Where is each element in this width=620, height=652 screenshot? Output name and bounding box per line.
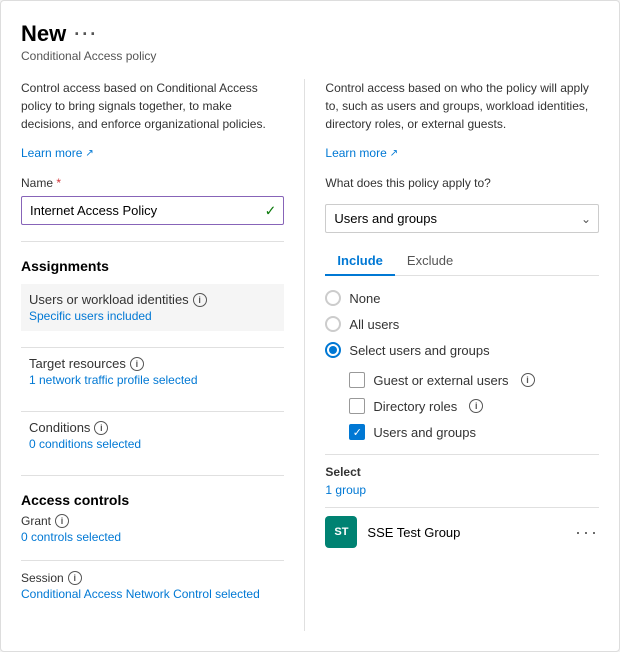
conditions-row[interactable]: Conditions i 0 conditions selected [21, 412, 284, 459]
checkbox-group: Guest or external users i Directory role… [349, 372, 599, 440]
directory-info-icon: i [469, 399, 483, 413]
name-label: Name [21, 176, 53, 190]
main-content: Control access based on Conditional Acce… [21, 79, 599, 631]
session-section: Session i Conditional Access Network Con… [21, 571, 284, 601]
checkbox-directory[interactable]: Directory roles i [349, 398, 599, 414]
page-title: New [21, 21, 66, 47]
users-row[interactable]: Users or workload identities i Specific … [21, 284, 284, 331]
users-row-value[interactable]: Specific users included [29, 309, 276, 323]
conditions-value[interactable]: 0 conditions selected [29, 437, 276, 451]
radio-none[interactable]: None [325, 290, 599, 306]
right-description: Control access based on who the policy w… [325, 79, 599, 133]
select-section: Select 1 group ST SSE Test Group ··· [325, 454, 599, 556]
radio-select-users[interactable]: Select users and groups [325, 342, 599, 358]
users-info-icon: i [193, 293, 207, 307]
right-external-link-icon: ↗ [390, 148, 398, 159]
guest-info-icon: i [521, 373, 535, 387]
name-input-wrapper: ✓ [21, 196, 284, 225]
checkbox-guest[interactable]: Guest or external users i [349, 372, 599, 388]
policy-dropdown-wrapper: Users and groupsWorkload identities ⌄ [325, 204, 599, 233]
left-learn-more[interactable]: Learn more ↗ [21, 146, 94, 160]
target-resources-value[interactable]: 1 network traffic profile selected [29, 373, 276, 387]
radio-all-users[interactable]: All users [325, 316, 599, 332]
session-label: Session [21, 571, 64, 585]
group-avatar: ST [325, 516, 357, 548]
conditions-label: Conditions [29, 420, 90, 435]
tab-include[interactable]: Include [325, 247, 395, 276]
right-learn-more[interactable]: Learn more ↗ [325, 146, 398, 160]
left-description: Control access based on Conditional Acce… [21, 79, 284, 133]
tabs: Include Exclude [325, 247, 599, 276]
name-input[interactable] [21, 196, 284, 225]
users-row-label: Users or workload identities [29, 292, 189, 307]
grant-info-icon: i [55, 514, 69, 528]
group-name: SSE Test Group [367, 525, 565, 540]
card: New ··· Conditional Access policy Contro… [0, 0, 620, 652]
page-subtitle: Conditional Access policy [21, 49, 599, 63]
session-value[interactable]: Conditional Access Network Control selec… [21, 587, 284, 601]
policy-dropdown[interactable]: Users and groupsWorkload identities [325, 204, 599, 233]
right-question: What does this policy apply to? [325, 174, 599, 192]
checkbox-users-groups[interactable]: ✓ Users and groups [349, 424, 599, 440]
grant-label: Grant [21, 514, 51, 528]
assignments-title: Assignments [21, 258, 284, 274]
header: New ··· Conditional Access policy [21, 21, 599, 63]
radio-group: None All users Select users and groups [325, 290, 599, 358]
header-menu-dots[interactable]: ··· [74, 24, 98, 45]
checkmark-icon: ✓ [265, 202, 277, 219]
checkbox-guest-box [349, 372, 365, 388]
target-resources-label: Target resources [29, 356, 126, 371]
access-controls-title: Access controls [21, 492, 284, 508]
radio-none-circle [325, 290, 341, 306]
grant-value[interactable]: 0 controls selected [21, 530, 284, 544]
conditions-info-icon: i [94, 421, 108, 435]
tab-exclude[interactable]: Exclude [395, 247, 465, 276]
target-resources-row[interactable]: Target resources i 1 network traffic pro… [21, 348, 284, 395]
required-star: * [56, 176, 61, 190]
session-info-icon: i [68, 571, 82, 585]
right-panel: Control access based on who the policy w… [305, 79, 599, 631]
target-resources-info-icon: i [130, 357, 144, 371]
checkbox-users-groups-box: ✓ [349, 424, 365, 440]
select-label: Select [325, 465, 599, 479]
checkbox-directory-box [349, 398, 365, 414]
group-row: ST SSE Test Group ··· [325, 507, 599, 556]
group-menu-icon[interactable]: ··· [575, 522, 599, 543]
left-panel: Control access based on Conditional Acce… [21, 79, 305, 631]
radio-select-users-circle [325, 342, 341, 358]
grant-section: Grant i 0 controls selected [21, 514, 284, 544]
select-value[interactable]: 1 group [325, 483, 599, 497]
radio-all-users-circle [325, 316, 341, 332]
external-link-icon: ↗ [85, 148, 93, 159]
